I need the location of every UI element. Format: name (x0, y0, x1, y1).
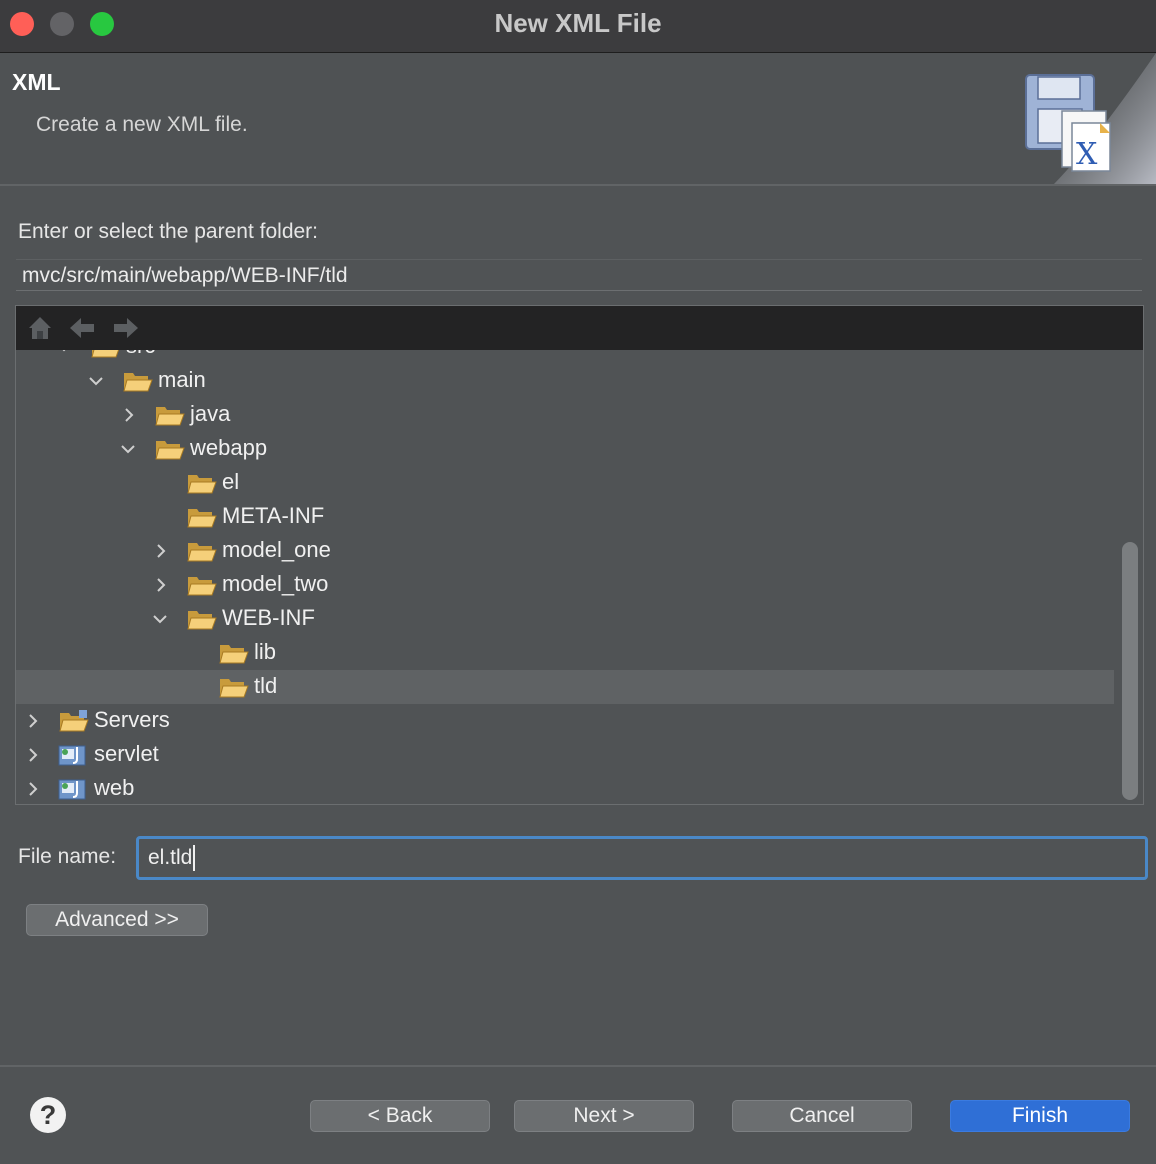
chevron-down-icon[interactable] (54, 350, 74, 357)
xml-wizard-icon: X (1025, 53, 1156, 184)
tree-item-label: model_two (222, 571, 329, 596)
next-button[interactable]: Next > (514, 1100, 694, 1132)
tree-item-label: java (190, 401, 231, 426)
advanced-button[interactable]: Advanced >> (26, 904, 208, 936)
tree-item-label: WEB-INF (222, 605, 315, 630)
tree-item-label: web (94, 775, 135, 800)
home-icon[interactable] (26, 314, 54, 342)
tree-item-model-one[interactable]: model_one (16, 534, 1114, 568)
tree-item-servers[interactable]: Servers (16, 704, 1114, 738)
tree-item-lib[interactable]: lib (16, 636, 1114, 670)
tree-item-label: lib (254, 639, 277, 664)
file-name-input[interactable]: el.tld (136, 836, 1148, 880)
folder-icon (219, 645, 249, 664)
tree-item-label: servlet (94, 741, 159, 766)
file-name-value: el.tld (148, 846, 193, 869)
folder-icon (187, 577, 217, 596)
wizard-banner: XML Create a new XML file. X (0, 53, 1156, 186)
tree-item-tld[interactable]: tld (16, 670, 1114, 704)
chevron-right-icon[interactable] (23, 711, 43, 731)
chevron-right-icon[interactable] (23, 779, 43, 799)
folder-icon (59, 710, 89, 732)
tree-item-webapp[interactable]: webapp (16, 432, 1114, 466)
tree-item-label: model_one (222, 537, 331, 562)
folder-icon (219, 679, 249, 698)
tree-item-java[interactable]: java (16, 398, 1114, 432)
title-bar: New XML File (0, 0, 1156, 53)
file-name-label: File name: (18, 845, 117, 868)
folder-icon (155, 441, 185, 460)
back-arrow-icon[interactable] (68, 314, 96, 342)
parent-folder-label: Enter or select the parent folder: (18, 220, 318, 243)
folder-tree: src main java webapp (16, 350, 1114, 804)
chevron-right-icon[interactable] (23, 745, 43, 765)
chevron-down-icon[interactable] (86, 371, 106, 391)
tree-item-label: tld (254, 673, 278, 698)
tree-item-label: webapp (190, 435, 268, 460)
folder-icon (123, 373, 153, 392)
tree-item-main[interactable]: main (16, 364, 1114, 398)
chevron-down-icon[interactable] (118, 439, 138, 459)
tree-item-label: src (126, 350, 155, 359)
finish-button[interactable]: Finish (950, 1100, 1130, 1132)
folder-tree-panel: src main java webapp (15, 305, 1144, 805)
tree-item-src[interactable]: src (16, 350, 1114, 364)
tree-item-label: Servers (94, 707, 170, 732)
chevron-right-icon[interactable] (151, 575, 171, 595)
tree-item-label: main (158, 367, 206, 392)
back-button[interactable]: < Back (310, 1100, 490, 1132)
chevron-down-icon[interactable] (150, 609, 170, 629)
tree-item-label: META-INF (222, 503, 325, 528)
parent-folder-input[interactable]: mvc/src/main/webapp/WEB-INF/tld (16, 259, 1142, 291)
web-project-icon (58, 745, 86, 766)
folder-icon (187, 475, 217, 494)
tree-item-meta-inf[interactable]: META-INF (16, 500, 1114, 534)
banner-title: XML (12, 69, 61, 95)
folder-icon (91, 350, 120, 358)
tree-scrollbar[interactable] (1122, 542, 1138, 800)
tree-item-model-two[interactable]: model_two (16, 568, 1114, 602)
help-icon[interactable]: ? (30, 1097, 66, 1133)
svg-text:X: X (1076, 137, 1098, 172)
chevron-right-icon[interactable] (119, 405, 139, 425)
tree-toolbar (16, 306, 1143, 350)
tree-item-label: el (222, 469, 240, 494)
text-caret (193, 845, 196, 872)
tree-item-el[interactable]: el (16, 466, 1114, 500)
folder-icon (187, 509, 217, 528)
dialog-window: New XML File XML Create a new XML file. … (0, 0, 1156, 1164)
footer-divider (0, 1065, 1156, 1067)
folder-icon (187, 611, 217, 630)
folder-icon (187, 543, 217, 562)
tree-item-web[interactable]: web (16, 772, 1114, 804)
tree-item-web-inf[interactable]: WEB-INF (16, 602, 1114, 636)
folder-icon (155, 407, 185, 426)
cancel-button[interactable]: Cancel (732, 1100, 912, 1132)
chevron-right-icon[interactable] (151, 541, 171, 561)
banner-description: Create a new XML file. (36, 113, 248, 136)
web-project-icon (58, 779, 86, 800)
window-title: New XML File (494, 8, 662, 38)
tree-item-servlet[interactable]: servlet (16, 738, 1114, 772)
forward-arrow-icon[interactable] (112, 314, 140, 342)
